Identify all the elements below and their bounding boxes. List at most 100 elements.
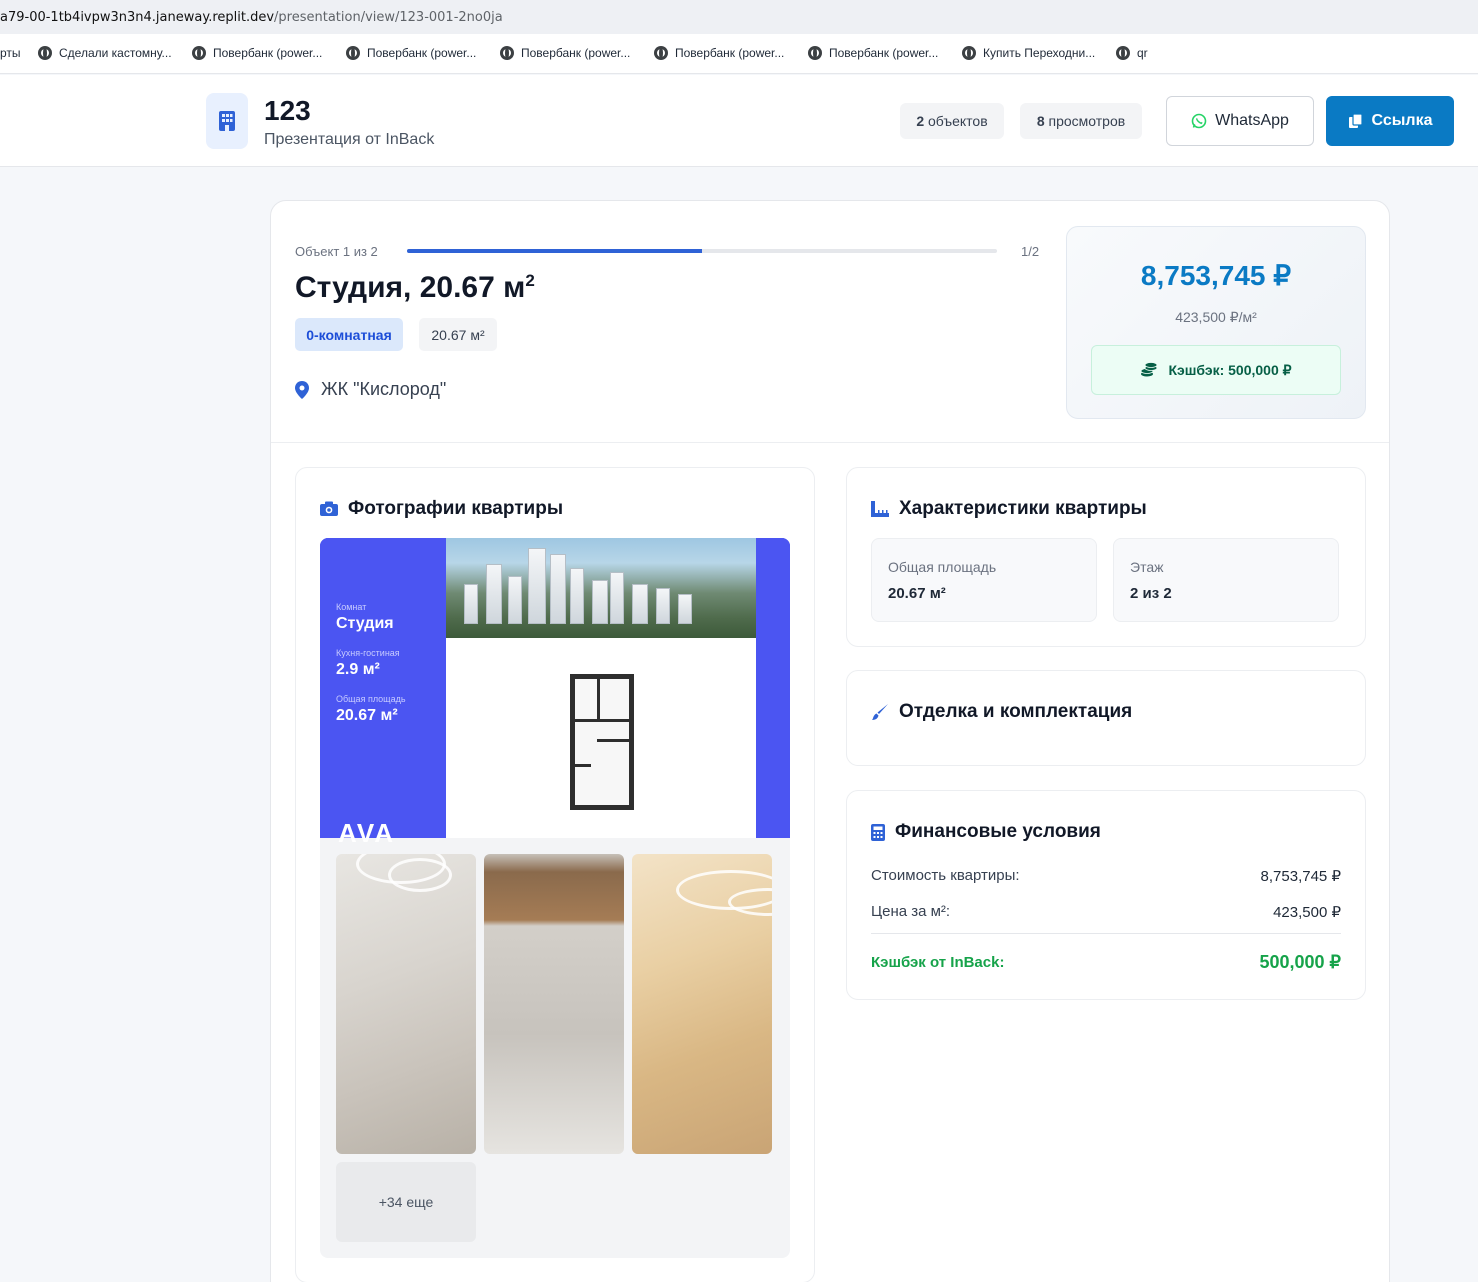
objects-label: объектов bbox=[928, 113, 988, 129]
cashback-badge: Кэшбэк: 500,000 ₽ bbox=[1091, 345, 1341, 395]
complex-aerial-photo bbox=[446, 538, 756, 638]
address: ЖК "Кислород" bbox=[295, 379, 446, 400]
finish-title-text: Отделка и комплектация bbox=[899, 701, 1133, 722]
finance-panel: Финансовые условия Стоимость квартиры: 8… bbox=[846, 790, 1366, 1000]
finance-value: 8,753,745 ₽ bbox=[1260, 868, 1341, 885]
photo-thumbnail[interactable] bbox=[484, 854, 624, 1154]
bookmark-label: qr bbox=[1137, 46, 1148, 60]
rooms-value: Студия bbox=[336, 615, 394, 632]
photos-panel: Фотографии квартиры Комнат Студия Кухня-… bbox=[295, 467, 815, 1282]
views-count-badge: 8 просмотров bbox=[1020, 103, 1142, 139]
area-label: Общая площадь bbox=[336, 694, 406, 704]
url-text[interactable]: a79-00-1tb4ivpw3n3n4.janeway.replit.dev/… bbox=[0, 10, 503, 25]
hero-side-band bbox=[756, 538, 790, 838]
bookmark-item[interactable]: Повербанк (power... bbox=[346, 46, 476, 60]
more-photos-button[interactable]: +34 еще bbox=[336, 1162, 476, 1242]
presentation-card: Объект 1 из 2 1/2 Студия, 20.67 м2 0-ком… bbox=[270, 200, 1390, 1282]
whatsapp-icon bbox=[1191, 113, 1207, 129]
whatsapp-label: WhatsApp bbox=[1215, 112, 1289, 129]
characteristics-title-text: Характеристики квартиры bbox=[899, 498, 1147, 519]
kitchen-value: 2.9 м² bbox=[336, 661, 380, 678]
objects-count: 2 bbox=[916, 113, 925, 129]
cashback-text: Кэшбэк: 500,000 ₽ bbox=[1168, 361, 1292, 378]
bookmark-item[interactable]: Повербанк (power... bbox=[654, 46, 784, 60]
floorplan-info: Комнат Студия Кухня-гостиная 2.9 м² Обща… bbox=[320, 538, 446, 848]
object-counter: Объект 1 из 2 bbox=[295, 244, 378, 259]
bookmark-item[interactable]: Сделали кастомну... bbox=[38, 46, 172, 60]
finance-row-price-m2: Цена за м²: 423,500 ₽ bbox=[871, 903, 1341, 921]
globe-icon bbox=[808, 46, 822, 60]
price-per-m2: 423,500 ₽/м² bbox=[1175, 309, 1257, 325]
progress-text: 1/2 bbox=[1021, 244, 1040, 259]
globe-icon bbox=[192, 46, 206, 60]
bookmark-item[interactable]: Повербанк (power... bbox=[808, 46, 938, 60]
photo-thumbnail[interactable] bbox=[336, 854, 476, 1154]
divider bbox=[271, 442, 1389, 443]
price-box: 8,753,745 ₽ 423,500 ₽/м² Кэшбэк: 500,000… bbox=[1066, 226, 1366, 419]
finance-title: Финансовые условия bbox=[871, 821, 1101, 843]
characteristics-title: Характеристики квартиры bbox=[871, 498, 1147, 520]
rooms-tag: 0-комнатная bbox=[295, 318, 403, 351]
bookmark-label: Повербанк (power... bbox=[367, 46, 477, 60]
finance-label: Стоимость квартиры: bbox=[871, 867, 1020, 884]
stat-card-floor: Этаж 2 из 2 bbox=[1113, 538, 1339, 622]
calculator-icon bbox=[871, 823, 885, 841]
photos-title: Фотографии квартиры bbox=[320, 498, 563, 520]
whatsapp-button[interactable]: WhatsApp bbox=[1166, 96, 1314, 146]
camera-icon bbox=[320, 501, 338, 516]
objects-count-badge: 2 объектов bbox=[900, 103, 1004, 139]
bookmark-item[interactable]: qr bbox=[1116, 46, 1148, 60]
finish-panel: Отделка и комплектация bbox=[846, 670, 1366, 766]
globe-icon bbox=[38, 46, 52, 60]
bookmark-item[interactable]: рты bbox=[0, 46, 21, 60]
cashback-value: 500,000 ₽ bbox=[1259, 952, 1341, 972]
finance-row-cashback: Кэшбэк от InBack: 500,000 ₽ bbox=[871, 952, 1341, 972]
characteristics-panel: Характеристики квартиры Общая площадь 20… bbox=[846, 467, 1366, 647]
globe-icon bbox=[654, 46, 668, 60]
area-tag: 20.67 м² bbox=[419, 318, 497, 351]
app-header: 123 Презентация от InBack 2 объектов 8 п… bbox=[0, 75, 1478, 167]
photos-title-text: Фотографии квартиры bbox=[348, 498, 564, 519]
finance-title-text: Финансовые условия bbox=[895, 821, 1101, 842]
url-host: a79-00-1tb4ivpw3n3n4.janeway.replit.dev bbox=[0, 10, 275, 25]
copy-icon bbox=[1348, 113, 1363, 128]
floorplan-drawing bbox=[570, 674, 634, 810]
divider bbox=[871, 933, 1341, 934]
bookmark-label: Купить Переходни... bbox=[983, 46, 1096, 60]
bookmarks-bar: рты Сделали кастомну... Повербанк (power… bbox=[0, 34, 1478, 74]
object-title-text: Студия, 20.67 м bbox=[295, 271, 526, 304]
map-pin-icon bbox=[295, 380, 309, 399]
bookmark-label: рты bbox=[0, 46, 21, 60]
copy-link-button[interactable]: Ссылка bbox=[1326, 96, 1454, 146]
brand-logo: AVA bbox=[338, 818, 396, 848]
finance-row-price: Стоимость квартиры: 8,753,745 ₽ bbox=[871, 867, 1341, 885]
main-photo[interactable]: Комнат Студия Кухня-гостиная 2.9 м² Обща… bbox=[320, 538, 790, 848]
views-label: просмотров bbox=[1048, 113, 1126, 129]
browser-url-bar[interactable]: a79-00-1tb4ivpw3n3n4.janeway.replit.dev/… bbox=[0, 0, 1478, 34]
photo-gallery: Комнат Студия Кухня-гостиная 2.9 м² Обща… bbox=[320, 538, 790, 1258]
stat-card-area: Общая площадь 20.67 м² bbox=[871, 538, 1097, 622]
views-count: 8 bbox=[1036, 113, 1045, 129]
rooms-label: Комнат bbox=[336, 602, 367, 612]
page-subtitle: Презентация от InBack bbox=[264, 131, 435, 148]
globe-icon bbox=[346, 46, 360, 60]
finance-label: Цена за м²: bbox=[871, 903, 951, 920]
finish-title: Отделка и комплектация bbox=[871, 701, 1132, 723]
globe-icon bbox=[1116, 46, 1130, 60]
paint-brush-icon bbox=[872, 704, 888, 720]
bookmark-item[interactable]: Купить Переходни... bbox=[962, 46, 1095, 60]
object-title: Студия, 20.67 м2 bbox=[295, 271, 535, 305]
globe-icon bbox=[962, 46, 976, 60]
cashback-label: Кэшбэк от InBack: bbox=[871, 954, 1005, 971]
bookmark-item[interactable]: Повербанк (power... bbox=[192, 46, 322, 60]
copy-link-label: Ссылка bbox=[1371, 112, 1433, 129]
stat-label: Этаж bbox=[1130, 559, 1164, 575]
bookmark-label: Повербанк (power... bbox=[213, 46, 323, 60]
bookmark-label: Сделали кастомну... bbox=[59, 46, 172, 60]
building-icon bbox=[206, 93, 248, 149]
photo-thumbnail[interactable] bbox=[632, 854, 772, 1154]
bookmark-label: Повербанк (power... bbox=[521, 46, 631, 60]
ruler-icon bbox=[871, 501, 889, 517]
bookmark-item[interactable]: Повербанк (power... bbox=[500, 46, 630, 60]
stat-label: Общая площадь bbox=[888, 559, 997, 575]
